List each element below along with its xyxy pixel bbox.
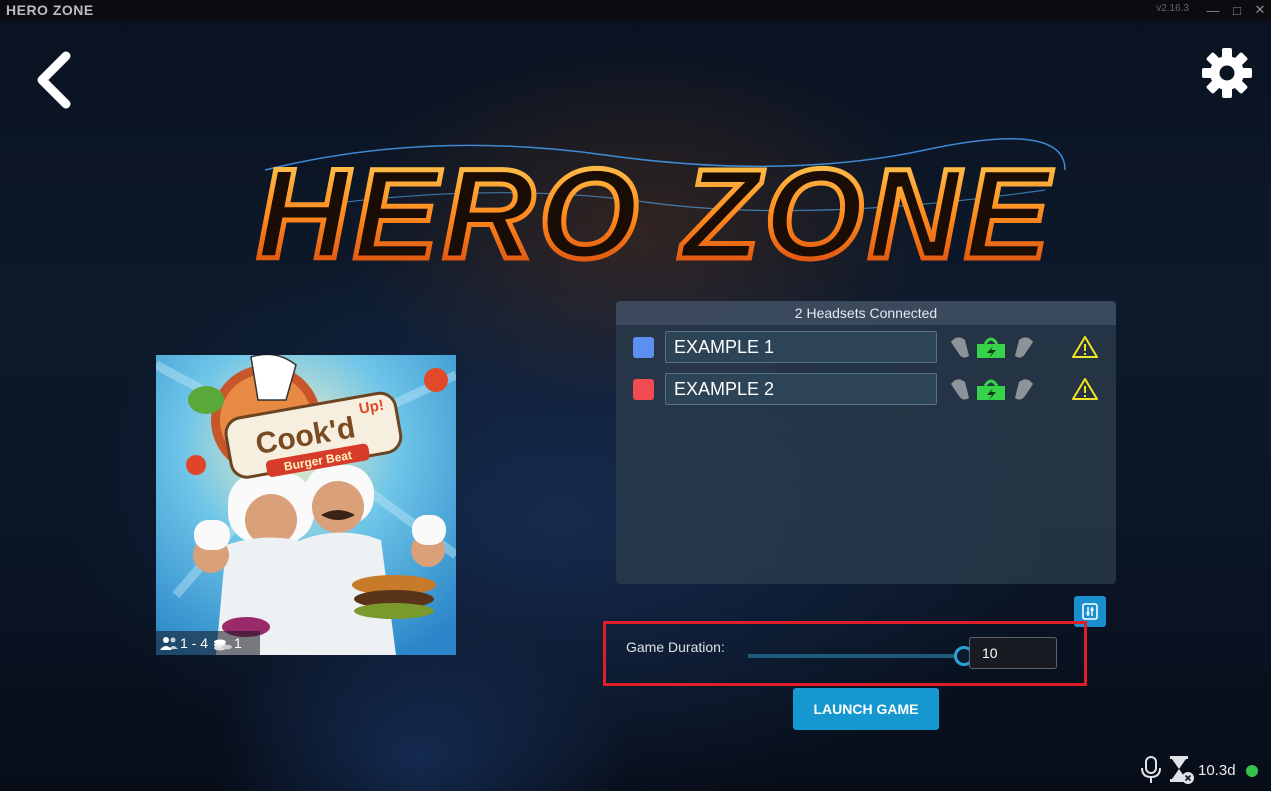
controllers-status-icon [951,337,1033,358]
warning-icon[interactable] [1072,335,1098,359]
svg-text:HERO ZONE: HERO ZONE [257,143,1054,286]
online-indicator [1246,765,1258,777]
game-cover-art: Cook'd Up! Burger Beat [156,355,456,655]
app-title: HERO ZONE [6,2,94,18]
title-bar: HERO ZONE [0,0,1271,20]
chevron-left-icon [37,51,71,109]
game-duration-label: Game Duration: [626,639,725,655]
player-count: 1 - 4 [180,635,209,651]
game-tile-footer: 1 - 4 1 [156,631,260,655]
hero-zone-logo: HERO ZONE [225,110,1085,300]
back-button[interactable] [30,50,80,110]
warning-icon[interactable] [1072,377,1098,401]
headset-name-field[interactable]: EXAMPLE 2 [665,373,937,405]
status-bar: 10.3d [1140,754,1265,786]
credit-count: 1 [234,635,242,651]
players-icon [160,637,178,650]
duration-slider[interactable] [748,654,960,658]
controllers-status-icon [951,379,1033,400]
maximize-icon[interactable]: □ [1226,0,1248,20]
gear-icon [1202,48,1252,98]
timer-hourglass-icon [1170,756,1194,784]
launch-game-button[interactable]: LAUNCH GAME [793,688,939,730]
headset-row: EXAMPLE 1 [616,330,1116,364]
version-label: v2.16.3 [1156,3,1189,14]
minimize-icon[interactable]: — [1202,0,1224,20]
status-time-label: 10.3d [1198,762,1236,779]
headset-color-swatch[interactable] [633,337,654,358]
microphone-icon[interactable] [1140,756,1162,784]
settings-button[interactable] [1200,46,1254,100]
headset-count-label: 2 Headsets Connected [616,301,1116,325]
coins-icon [214,639,233,651]
headset-color-swatch[interactable] [633,379,654,400]
duration-input[interactable]: 10 [969,637,1057,669]
game-duration-section: Game Duration: 10 [603,621,1087,686]
headset-panel: 2 Headsets Connected EXAMPLE 1 EXAMPLE 2 [616,301,1116,584]
game-tile[interactable]: Cook'd Up! Burger Beat 1 - 4 1 [156,355,456,655]
headset-row: EXAMPLE 2 [616,372,1116,406]
headset-name-field[interactable]: EXAMPLE 1 [665,331,937,363]
close-icon[interactable]: ✕ [1249,0,1271,20]
